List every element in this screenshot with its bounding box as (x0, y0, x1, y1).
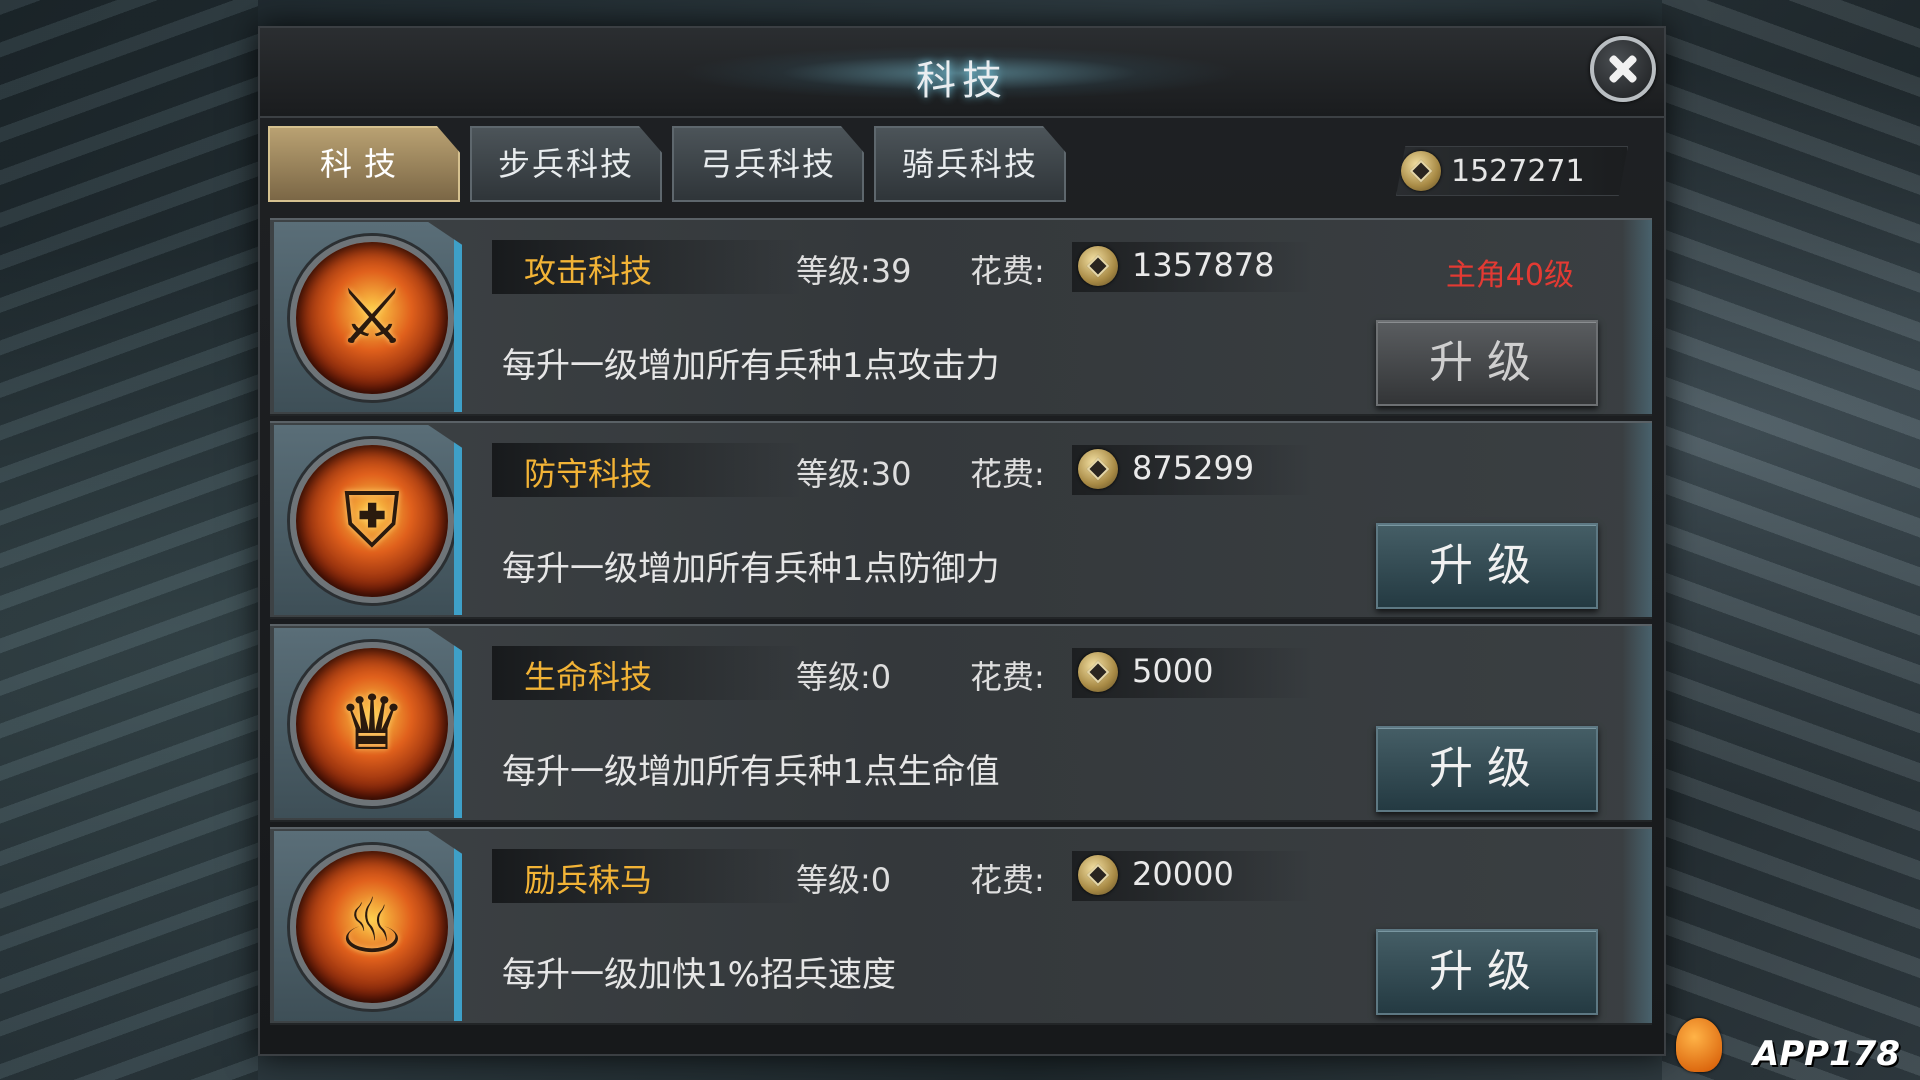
title-bar: 科技 (260, 28, 1664, 118)
armor-icon: ⛨ (290, 439, 454, 603)
tech-level: 等级:0 (796, 658, 892, 696)
tech-description: 每升一级增加所有兵种1点攻击力 (502, 346, 1000, 386)
tech-panel: 科技 科技 步兵科技 弓兵科技 骑兵科技 1527271 ⚔ 攻击科技 等级:3… (258, 26, 1666, 1056)
background-right (1662, 0, 1920, 1080)
tech-row: ♨ 励兵秣马 等级:0 花费: 20000 每升一级加快1%招兵速度 升级 (270, 827, 1652, 1025)
icon-frame: ♛ (274, 628, 462, 818)
beast-armor-icon: ♛ (290, 642, 454, 806)
beast-armor-glyph: ♛ (337, 678, 407, 767)
tab-archer-tech[interactable]: 弓兵科技 (672, 126, 864, 202)
war-horn-glyph: ♨ (337, 881, 407, 970)
cost-label: 花费: (970, 861, 1045, 899)
tech-description: 每升一级加快1%招兵速度 (502, 955, 896, 995)
tech-description: 每升一级增加所有兵种1点生命值 (502, 752, 1000, 792)
upgrade-button[interactable]: 升级 (1376, 523, 1598, 609)
tech-cost: 875299 (1132, 449, 1255, 487)
tech-row: ⛨ 防守科技 等级:30 花费: 875299 每升一级增加所有兵种1点防御力 … (270, 421, 1652, 619)
cost-label: 花费: (970, 455, 1045, 493)
watermark-mascot-icon (1676, 1018, 1722, 1072)
tech-row: ⚔ 攻击科技 等级:39 花费: 1357878 主角40级 每升一级增加所有兵… (270, 218, 1652, 416)
coin-icon (1078, 246, 1118, 286)
currency-value: 1527271 (1451, 154, 1585, 189)
tech-cost: 5000 (1132, 652, 1214, 690)
tech-description: 每升一级增加所有兵种1点防御力 (502, 549, 1000, 589)
tech-cost: 1357878 (1132, 246, 1275, 284)
tech-name: 生命科技 (524, 658, 653, 696)
cost-label: 花费: (970, 658, 1045, 696)
coin-icon (1078, 855, 1118, 895)
close-icon[interactable] (1590, 36, 1656, 102)
tab-infantry-tech[interactable]: 步兵科技 (470, 126, 662, 202)
upgrade-button[interactable]: 升级 (1376, 929, 1598, 1015)
requirement-text: 主角40级 (1445, 258, 1574, 293)
background-left (0, 0, 258, 1080)
tech-name: 攻击科技 (524, 252, 653, 290)
tech-level: 等级:30 (796, 455, 912, 493)
tech-row: ♛ 生命科技 等级:0 花费: 5000 每升一级增加所有兵种1点生命值 升级 (270, 624, 1652, 822)
icon-frame: ♨ (274, 831, 462, 1021)
tech-list: ⚔ 攻击科技 等级:39 花费: 1357878 主角40级 每升一级增加所有兵… (270, 218, 1652, 1036)
axe-glyph: ⚔ (337, 272, 407, 361)
tech-cost: 20000 (1132, 855, 1234, 893)
icon-frame: ⚔ (274, 222, 462, 412)
tech-name: 励兵秣马 (524, 861, 653, 899)
icon-frame: ⛨ (274, 425, 462, 615)
upgrade-button[interactable]: 升级 (1376, 726, 1598, 812)
coin-icon (1078, 652, 1118, 692)
watermark: APP178 (1752, 1034, 1900, 1074)
upgrade-button[interactable]: 升级 (1376, 320, 1598, 406)
tech-level: 等级:0 (796, 861, 892, 899)
tab-tech[interactable]: 科技 (268, 126, 460, 202)
tech-level: 等级:39 (796, 252, 912, 290)
war-horn-icon: ♨ (290, 845, 454, 1009)
tab-cavalry-tech[interactable]: 骑兵科技 (874, 126, 1066, 202)
axe-icon: ⚔ (290, 236, 454, 400)
panel-title: 科技 (916, 58, 1008, 104)
coin-icon (1078, 449, 1118, 489)
armor-glyph: ⛨ (343, 475, 401, 564)
currency-display: 1527271 (1396, 146, 1628, 196)
tech-name: 防守科技 (524, 455, 653, 493)
cost-label: 花费: (970, 252, 1045, 290)
coin-icon (1401, 151, 1441, 191)
